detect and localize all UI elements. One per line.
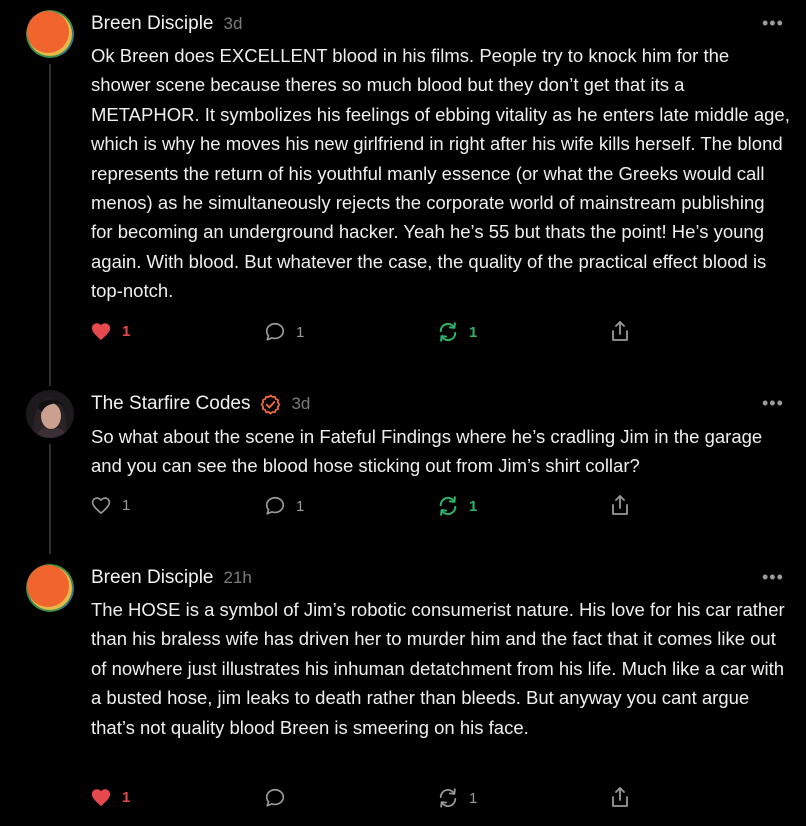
- restack-count: 1: [469, 497, 478, 515]
- share-button[interactable]: [610, 785, 630, 809]
- like-button[interactable]: 1: [90, 495, 130, 515]
- check-circle-icon: [260, 394, 281, 415]
- comment-body: The HOSE is a symbol of Jim’s robotic co…: [91, 599, 785, 738]
- like-count: 1: [122, 322, 131, 340]
- comment-actions: 1 1 1: [0, 492, 806, 518]
- restack-count: 1: [469, 323, 478, 341]
- like-count: 1: [122, 788, 131, 806]
- more-options-button[interactable]: •••: [762, 394, 784, 412]
- author-name[interactable]: Breen Disciple: [91, 567, 214, 589]
- avatar[interactable]: [26, 564, 74, 612]
- author-name[interactable]: Breen Disciple: [91, 13, 214, 35]
- heart-filled-icon: [91, 789, 111, 807]
- comment-body: Ok Breen does EXCELLENT blood in his fil…: [91, 45, 790, 302]
- comment-author: Breen Disciple 21h: [91, 567, 252, 589]
- restack-arrows-icon: [439, 496, 457, 516]
- speech-bubble-icon: [265, 788, 285, 807]
- comment-timestamp[interactable]: 3d: [224, 14, 243, 34]
- comment-body: So what about the scene in Fateful Findi…: [91, 426, 763, 477]
- speech-bubble-icon: [265, 496, 285, 515]
- avatar-photo-icon: [26, 390, 74, 438]
- comment-actions: 1 1 1: [0, 318, 806, 344]
- like-count: 1: [122, 496, 131, 514]
- restack-arrows-icon: [439, 322, 457, 342]
- restack-button[interactable]: 1: [437, 787, 477, 809]
- reply-button[interactable]: [264, 787, 286, 809]
- like-button[interactable]: 1: [90, 321, 130, 341]
- author-name[interactable]: The Starfire Codes: [91, 393, 250, 415]
- comment-timestamp[interactable]: 21h: [224, 568, 252, 588]
- restack-arrows-icon: [439, 788, 457, 808]
- reply-button[interactable]: 1: [264, 321, 304, 343]
- heart-filled-icon: [91, 323, 111, 341]
- more-options-button[interactable]: •••: [762, 14, 784, 32]
- restack-count: 1: [469, 789, 478, 807]
- restack-button[interactable]: 1: [437, 321, 477, 343]
- share-button[interactable]: [610, 493, 630, 517]
- heart-outline-icon: [91, 497, 111, 514]
- like-button[interactable]: 1: [90, 787, 130, 807]
- share-icon: [612, 495, 628, 515]
- comment-author: The Starfire Codes 3d: [91, 393, 310, 415]
- reply-count: 1: [296, 323, 305, 341]
- reply-count: 1: [296, 497, 305, 515]
- more-options-button[interactable]: •••: [762, 568, 784, 586]
- restack-button[interactable]: 1: [437, 495, 477, 517]
- comment-timestamp[interactable]: 3d: [291, 394, 310, 414]
- avatar[interactable]: [26, 390, 74, 438]
- share-icon: [612, 787, 628, 807]
- share-button[interactable]: [610, 319, 630, 343]
- avatar[interactable]: [26, 10, 74, 58]
- comment-actions: 1 1: [0, 784, 806, 810]
- comment-author: Breen Disciple 3d: [91, 13, 242, 35]
- avatar-logo-icon: [26, 564, 74, 612]
- reply-button[interactable]: 1: [264, 495, 304, 517]
- share-icon: [612, 321, 628, 341]
- speech-bubble-icon: [265, 322, 285, 341]
- avatar-logo-icon: [26, 10, 74, 58]
